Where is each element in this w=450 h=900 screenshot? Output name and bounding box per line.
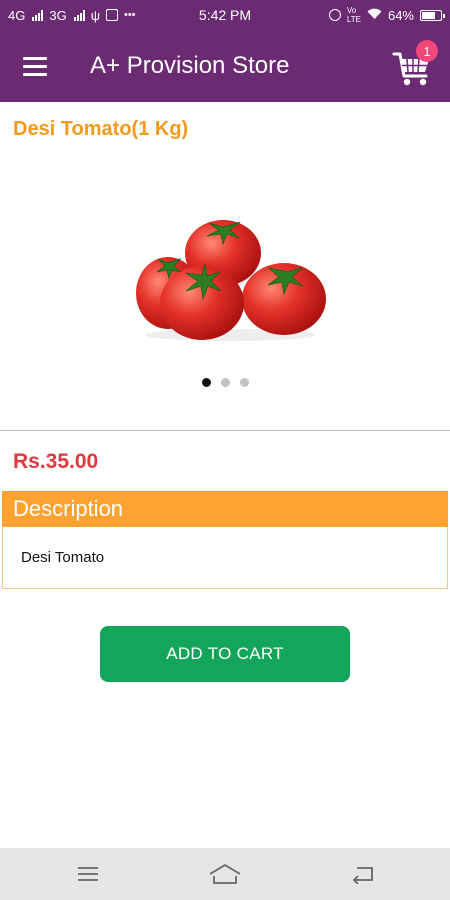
home-icon [209, 864, 241, 884]
description-text: Desi Tomato [2, 527, 448, 589]
app-bar: A+ Provision Store 1 [0, 30, 450, 102]
more-notifications: ••• [123, 9, 136, 21]
tomato-image [136, 220, 326, 341]
product-detail-screen: 4G 3G ψ ••• 5:42 PM Vo LTE 64% A+ Provis… [0, 0, 450, 900]
product-price: Rs.35.00 [13, 450, 99, 473]
network-4g-label: 4G [8, 7, 26, 23]
app-title: A+ Provision Store [90, 52, 290, 79]
product-title: Desi Tomato(1 Kg) [13, 118, 189, 140]
volte-label: Vo LTE [346, 6, 361, 24]
back-icon [352, 867, 373, 884]
network-3g-label: 3G [49, 7, 67, 23]
battery-percent: 64% [387, 7, 414, 23]
recent-apps-button[interactable] [58, 848, 118, 900]
menu-lines-icon [78, 867, 98, 881]
signal-icon [73, 9, 85, 21]
cart-button[interactable]: 1 [392, 40, 438, 90]
carousel-indicator [0, 378, 450, 387]
home-button[interactable] [195, 848, 255, 900]
back-button[interactable] [333, 848, 393, 900]
status-right: Vo LTE 64% [328, 6, 445, 24]
wifi-icon [367, 8, 382, 23]
signal-icon [32, 9, 44, 21]
divider [0, 430, 450, 431]
status-bar: 4G 3G ψ ••• 5:42 PM Vo LTE 64% [0, 0, 450, 30]
hamburger-menu-icon[interactable] [0, 30, 70, 102]
usb-icon: ψ [90, 7, 100, 23]
status-left: 4G 3G ψ ••• [8, 8, 136, 23]
battery-icon [420, 9, 445, 21]
carousel-dot[interactable] [239, 378, 249, 387]
product-image[interactable] [130, 205, 330, 345]
alarm-icon [328, 9, 341, 21]
description-header: Description [2, 491, 448, 527]
carousel-dot-active[interactable] [201, 378, 211, 387]
cart-count-badge: 1 [416, 40, 438, 62]
notification-icon [105, 9, 118, 21]
add-to-cart-button[interactable]: ADD TO CART [100, 626, 350, 682]
carousel-dot[interactable] [220, 378, 230, 387]
system-nav-bar [0, 848, 450, 900]
